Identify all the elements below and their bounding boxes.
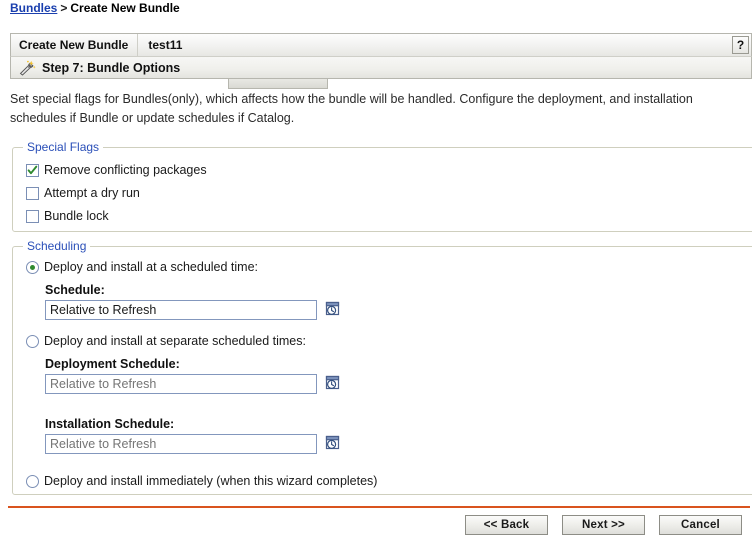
wizard-step-row: Step 7: Bundle Options (10, 56, 752, 79)
checkbox-checked-icon (26, 163, 39, 177)
calendar-clock-icon-deployment[interactable] (324, 374, 342, 392)
footer-button-bar: << Back Next >> Cancel (465, 515, 742, 535)
cancel-button[interactable]: Cancel (659, 515, 742, 535)
schedule-input[interactable] (45, 300, 317, 320)
checkbox-label: Bundle lock (44, 209, 109, 223)
magic-wand-icon (18, 60, 36, 76)
wizard-title-row: Create New Bundle test11 ? (10, 33, 752, 56)
radio-unselected-icon (26, 474, 39, 488)
calendar-clock-icon-schedule[interactable] (324, 300, 342, 318)
checkbox-unchecked-icon (26, 186, 39, 200)
breadcrumb-separator: > (60, 1, 68, 15)
checkbox-unchecked-icon (26, 209, 39, 223)
radio-selected-icon (26, 260, 39, 274)
back-button[interactable]: << Back (465, 515, 548, 535)
checkbox-attempt-a-dry-run[interactable]: Attempt a dry run (26, 186, 140, 200)
wizard-header-panel: Create New Bundle test11 ? Step 7: Bundl… (10, 33, 752, 79)
breadcrumb-link-bundles[interactable]: Bundles (10, 1, 57, 15)
radio-label: Deploy and install immediately (when thi… (44, 474, 378, 488)
wizard-bundle-name: test11 (148, 38, 183, 52)
wizard-title-label: Create New Bundle (11, 34, 139, 56)
wizard-step-label: Step 7: Bundle Options (42, 60, 181, 75)
radio-unselected-icon (26, 334, 39, 348)
breadcrumb-current: Create New Bundle (70, 1, 180, 15)
next-button[interactable]: Next >> (562, 515, 645, 535)
question-mark-icon: ? (736, 38, 745, 52)
radio-deploy-install-immediately[interactable]: Deploy and install immediately (when thi… (26, 474, 377, 488)
radio-label: Deploy and install at a scheduled time: (44, 260, 259, 274)
scheduling-legend: Scheduling (23, 239, 91, 253)
calendar-clock-icon-installation[interactable] (324, 434, 342, 452)
breadcrumb: Bundles > Create New Bundle (10, 1, 180, 15)
deployment-schedule-input[interactable] (45, 374, 317, 394)
help-button[interactable]: ? (732, 36, 749, 54)
installation-schedule-input[interactable] (45, 434, 317, 454)
special-flags-legend: Special Flags (23, 140, 104, 154)
checkbox-label: Remove conflicting packages (44, 163, 207, 177)
schedule-field-label: Schedule: (45, 283, 105, 297)
special-flags-section: Special Flags Remove conflicting package… (12, 140, 752, 232)
page-description: Set special flags for Bundles(only), whi… (10, 92, 693, 125)
footer-divider (8, 506, 750, 508)
wizard-tab-nub (228, 79, 328, 89)
checkbox-bundle-lock[interactable]: Bundle lock (26, 209, 109, 223)
installation-schedule-field-label: Installation Schedule: (45, 417, 175, 431)
radio-deploy-install-separate-times[interactable]: Deploy and install at separate scheduled… (26, 334, 306, 348)
checkbox-label: Attempt a dry run (44, 186, 140, 200)
checkbox-remove-conflicting-packages[interactable]: Remove conflicting packages (26, 163, 207, 177)
deployment-schedule-field-label: Deployment Schedule: (45, 357, 180, 371)
radio-label: Deploy and install at separate scheduled… (44, 334, 306, 348)
scheduling-section: Scheduling Deploy and install at a sched… (12, 239, 752, 495)
radio-deploy-install-scheduled-time[interactable]: Deploy and install at a scheduled time: (26, 260, 258, 274)
